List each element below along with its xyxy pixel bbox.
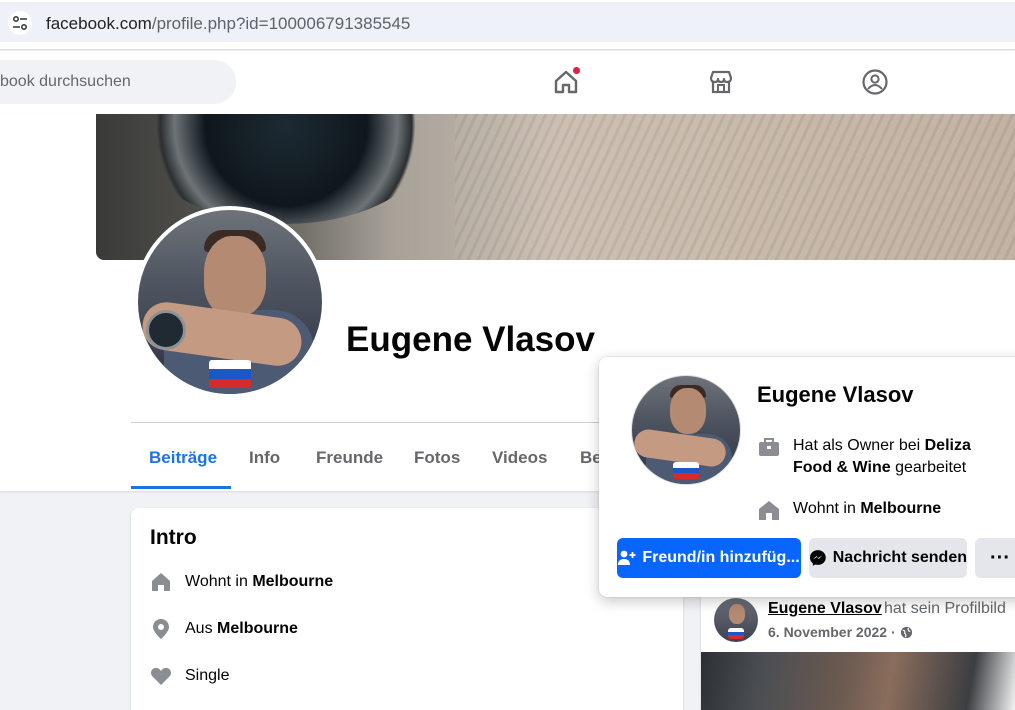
marketplace-icon[interactable]	[704, 65, 738, 99]
more-options-icon: ···	[990, 546, 1010, 569]
intro-row-bold[interactable]: Melbourne	[217, 620, 298, 637]
house-icon	[757, 498, 781, 522]
address-bar[interactable]: facebook.com/profile.php?id=100006791385…	[0, 2, 1015, 42]
hover-card-residence: Wohnt in Melbourne	[757, 498, 941, 522]
facebook-top-nav	[0, 51, 1015, 114]
work-suffix: gearbeitet	[895, 459, 967, 476]
messenger-icon	[809, 550, 826, 566]
url-text[interactable]: facebook.com/profile.php?id=100006791385…	[46, 14, 410, 34]
notification-dot	[572, 66, 581, 75]
post-date[interactable]: 6. November 2022 ·	[768, 624, 913, 640]
intro-row-text: Wohnt in Melbourne	[185, 573, 333, 591]
post-date-text: 6. November 2022 ·	[768, 624, 896, 640]
post-image[interactable]	[701, 652, 1015, 710]
post-author-avatar[interactable]	[714, 598, 758, 642]
briefcase-icon	[757, 435, 781, 459]
profile-name: Eugene Vlasov	[346, 320, 595, 359]
profile-picture[interactable]	[134, 206, 326, 398]
intro-row-hometown: Aus Melbourne	[149, 617, 298, 641]
russian-flag-icon	[673, 462, 699, 479]
home-icon[interactable]	[549, 65, 583, 99]
location-pin-icon	[149, 617, 173, 641]
add-friend-label: Freund/in hinzufüg...	[642, 549, 800, 566]
add-friend-icon	[618, 550, 636, 565]
add-friend-button[interactable]: Freund/in hinzufüg...	[617, 538, 801, 578]
intro-row-prefix: Wohnt in	[185, 573, 248, 590]
url-host: facebook.com	[46, 14, 152, 33]
russian-flag-icon	[728, 628, 744, 639]
intro-row-prefix: Aus	[185, 620, 213, 637]
heart-icon	[149, 664, 173, 688]
intro-title: Intro	[150, 526, 197, 549]
browser-toolbar: facebook.com/profile.php?id=100006791385…	[0, 0, 1015, 50]
send-message-label: Nachricht senden	[832, 549, 967, 566]
profile-hover-card: Eugene Vlasov Hat als Owner bei Deliza F…	[599, 357, 1015, 597]
intro-row-residence: Wohnt in Melbourne	[149, 570, 333, 594]
tab-freunde[interactable]: Freunde	[316, 448, 383, 468]
intro-row-text: Single	[185, 667, 230, 684]
tab-beitraege[interactable]: Beiträge	[149, 448, 217, 468]
hover-card-avatar[interactable]	[631, 375, 741, 485]
work-prefix: Hat als Owner bei	[793, 437, 921, 454]
house-icon	[149, 570, 173, 594]
intro-row-relationship: Single	[149, 664, 229, 688]
globe-icon	[900, 626, 912, 638]
russian-flag-icon	[209, 360, 251, 388]
more-options-button[interactable]: ···	[975, 538, 1015, 578]
tab-info[interactable]: Info	[249, 448, 280, 468]
hover-card-name[interactable]: Eugene Vlasov	[757, 382, 914, 408]
lives-city[interactable]: Melbourne	[860, 500, 941, 517]
hover-card-work-text: Hat als Owner bei Deliza Food & Wine gea…	[793, 435, 1003, 479]
hover-card-work: Hat als Owner bei Deliza Food & Wine gea…	[757, 435, 1003, 479]
send-message-button[interactable]: Nachricht senden	[809, 538, 967, 578]
active-tab-indicator	[131, 486, 231, 489]
search-box	[0, 60, 236, 104]
post-action-text: hat sein Profilbild	[884, 600, 1006, 617]
post-author-link[interactable]: Eugene Vlasov	[768, 600, 882, 618]
tab-fotos[interactable]: Fotos	[414, 448, 460, 468]
site-settings-icon[interactable]	[8, 11, 32, 35]
intro-row-text: Aus Melbourne	[185, 620, 298, 638]
lives-prefix: Wohnt in	[793, 500, 856, 517]
url-path: /profile.php?id=100006791385545	[151, 14, 411, 33]
hover-card-residence-text: Wohnt in Melbourne	[793, 498, 941, 522]
groups-icon[interactable]	[858, 65, 892, 99]
intro-row-bold[interactable]: Melbourne	[252, 573, 333, 590]
search-input[interactable]	[0, 60, 220, 104]
tab-videos[interactable]: Videos	[492, 448, 547, 468]
